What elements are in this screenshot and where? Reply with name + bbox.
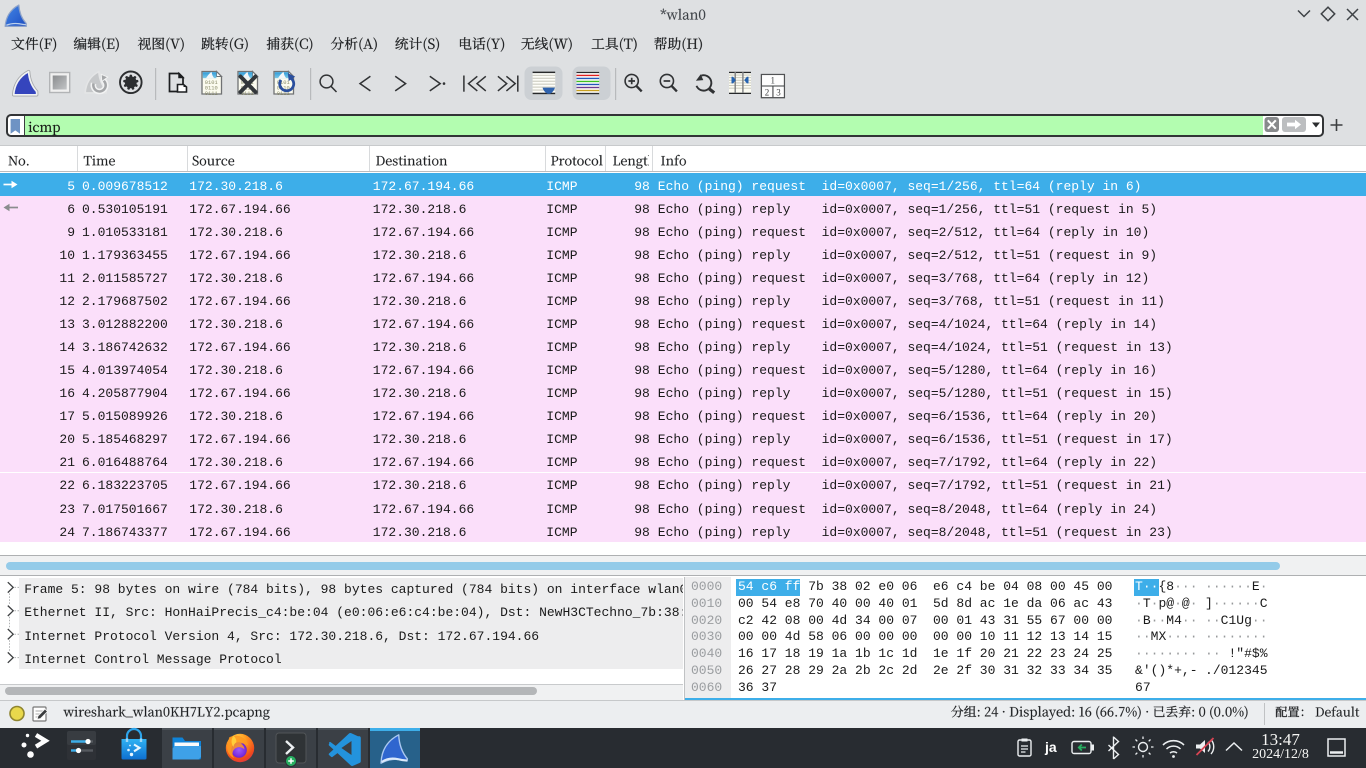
svg-text:1: 1	[771, 76, 776, 86]
svg-text:3: 3	[776, 88, 781, 98]
svg-text:0111: 0111	[205, 91, 218, 97]
svg-text:2: 2	[765, 88, 770, 98]
